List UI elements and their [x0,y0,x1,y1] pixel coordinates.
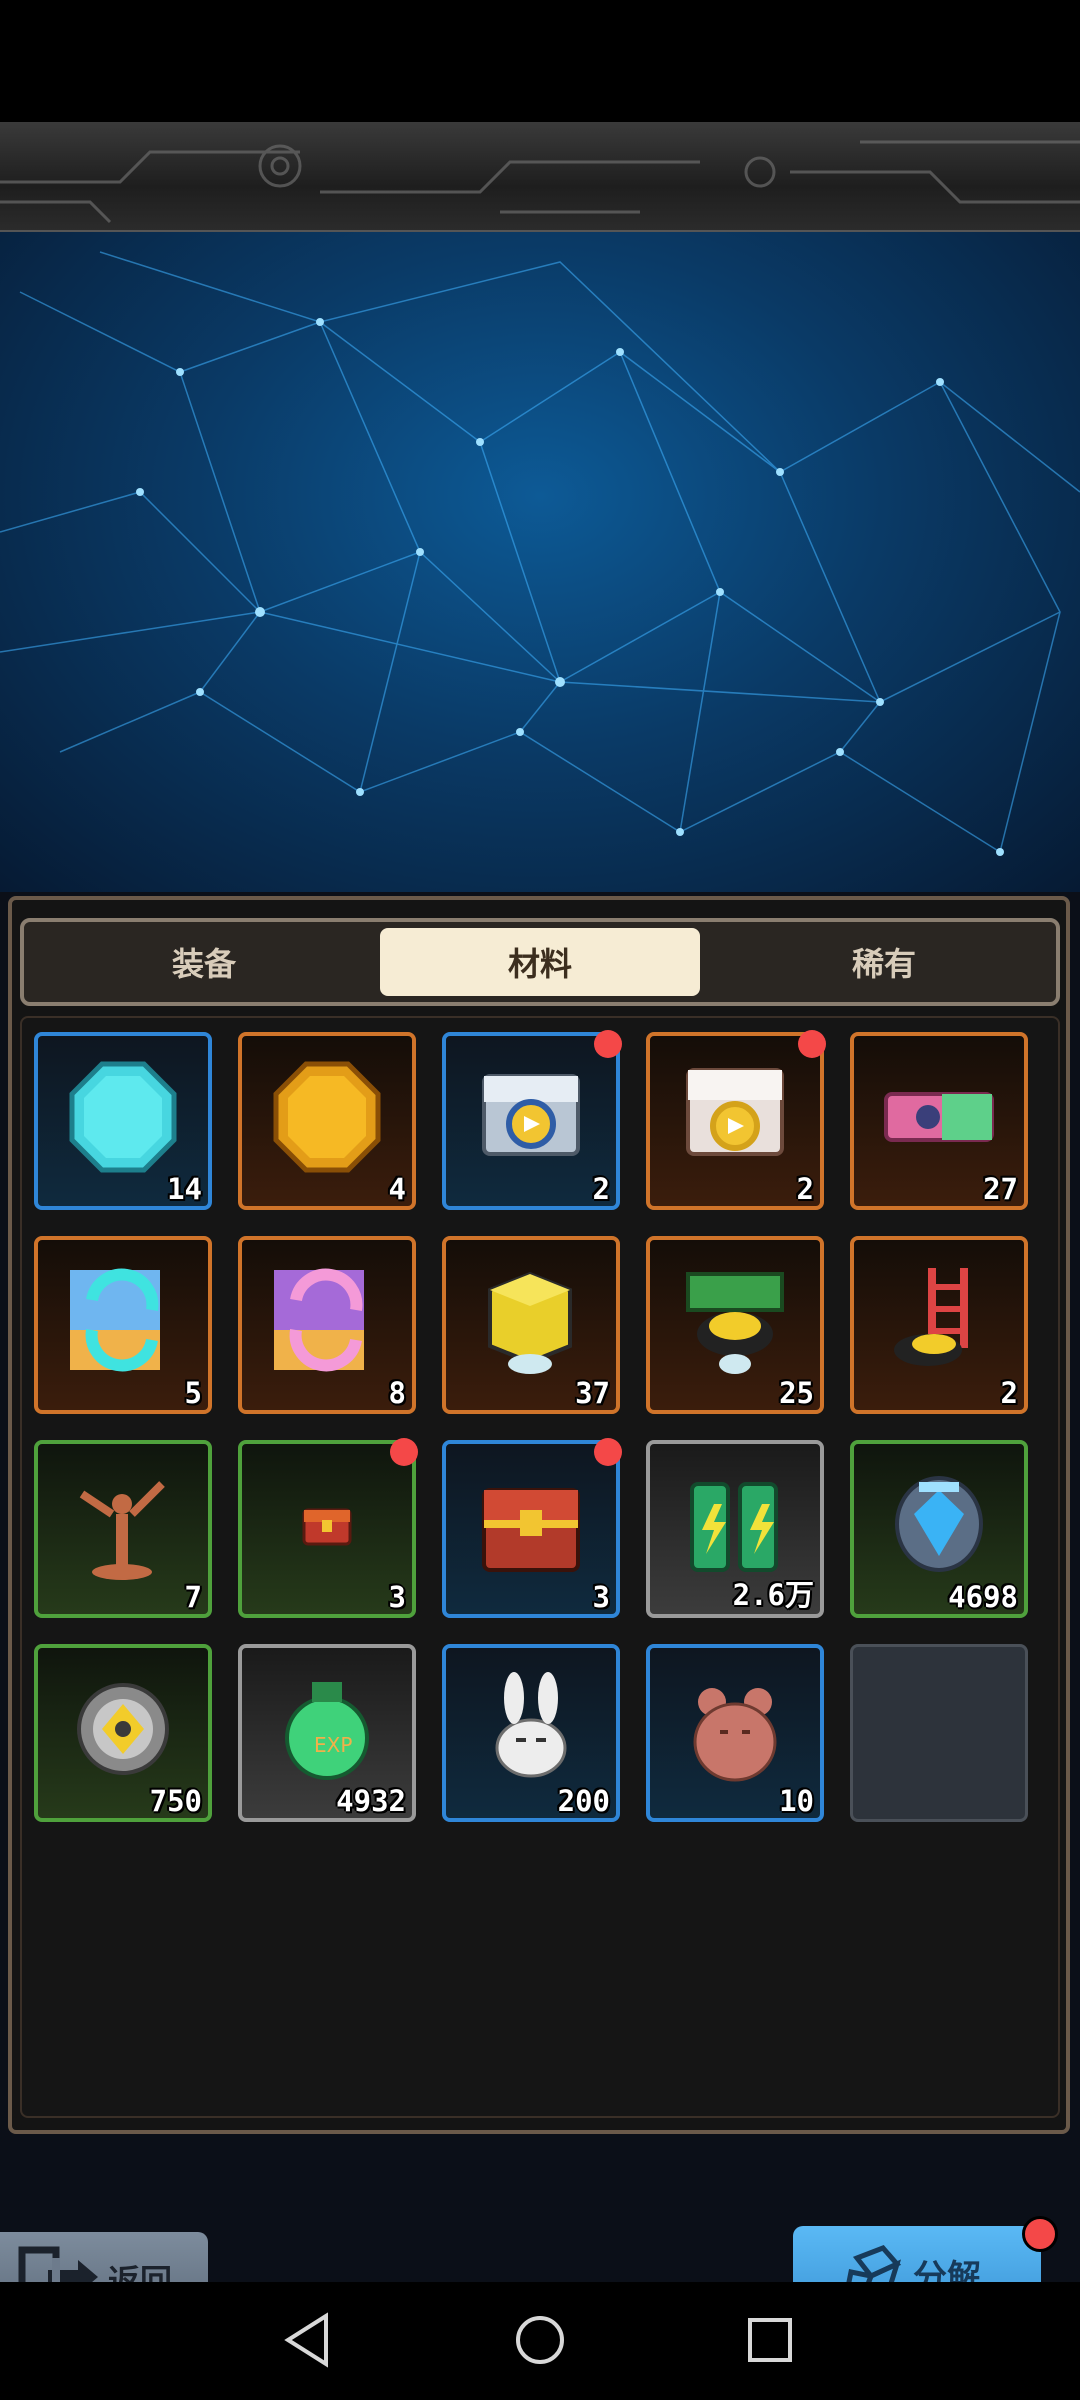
inventory-slot[interactable]: 5 [34,1236,212,1414]
inventory-slot[interactable]: 10 [646,1644,824,1822]
silver-chest-icon [482,1074,580,1156]
item-quantity: 4 [388,1172,406,1206]
gold-coin-icon [273,1061,381,1173]
network-background [0,232,1080,892]
notification-badge [390,1438,418,1466]
notification-badge [798,1030,826,1058]
bronze-statue-icon [79,1481,165,1580]
inventory-slot[interactable]: 3 [238,1438,418,1618]
item-quantity: 2 [592,1172,610,1206]
item-quantity: 5 [184,1376,202,1410]
nav-home-icon[interactable] [508,2308,572,2372]
green-board-icon [686,1272,784,1374]
item-quantity: 8 [388,1376,406,1410]
tab-materials[interactable]: 材料 [380,928,700,996]
green-potion-icon: EXP [285,1682,369,1780]
white-chest-icon [686,1068,784,1156]
item-quantity: 3 [592,1580,610,1614]
pink-exchange-icon [274,1268,364,1372]
empty-inventory-slot[interactable] [850,1644,1028,1822]
item-quantity: 25 [779,1376,814,1410]
notification-badge [594,1030,622,1058]
tab-equipment[interactable]: 装备 [44,928,364,996]
category-tabs: 装备 材料 稀有 [20,918,1060,1006]
item-quantity: 27 [983,1172,1018,1206]
inventory-slot[interactable]: 7 [34,1440,212,1618]
nav-recents-icon[interactable] [738,2308,802,2372]
white-bunny-icon [495,1672,567,1778]
inventory-slot[interactable]: 8 [238,1236,416,1414]
item-quantity: 10 [779,1784,814,1818]
item-quantity: 4932 [336,1784,406,1818]
nav-back-icon[interactable] [276,2308,340,2372]
system-nav-bar [0,2282,1080,2400]
item-quantity: 14 [167,1172,202,1206]
inventory-slot[interactable]: 27 [850,1032,1028,1210]
decompose-notification-badge [1022,2216,1058,2252]
gear-icon [77,1683,169,1775]
battery-icon [690,1482,778,1572]
inventory-slot[interactable]: 2 [646,1030,826,1210]
notification-badge [594,1438,622,1466]
inventory-slot[interactable]: 2 [850,1236,1028,1414]
inventory-slot[interactable]: 4698 [850,1440,1028,1618]
item-quantity: 200 [557,1784,610,1818]
item-quantity: 2 [1000,1376,1018,1410]
teddy-bear-icon [693,1688,777,1782]
item-quantity: 4698 [948,1580,1018,1614]
inventory-slot[interactable]: 14 [34,1032,212,1210]
blue-crystal-icon [895,1476,983,1572]
red-treasure-chest-icon [482,1488,580,1572]
inventory-slot[interactable]: 4 [238,1032,416,1210]
inventory-slot[interactable]: 2.6万 [646,1440,824,1618]
item-quantity: 2 [796,1172,814,1206]
inventory-slot[interactable]: 25 [646,1236,824,1414]
item-quantity: 3 [388,1580,406,1614]
inventory-slot[interactable]: 37 [442,1236,620,1414]
svg-text:EXP: EXP [314,1733,352,1757]
circuit-banner [0,122,1080,234]
inventory-slot[interactable]: EXP 4932 [238,1644,416,1822]
item-quantity: 2.6万 [732,1578,814,1612]
ladder-icon [894,1268,968,1366]
inventory-slot[interactable]: 750 [34,1644,212,1822]
cyan-exchange-icon [70,1268,160,1372]
circuit-pattern [0,140,1080,224]
inventory-slot[interactable]: 3 [442,1438,622,1618]
inventory-slot[interactable]: 200 [442,1644,620,1822]
item-quantity: 750 [149,1784,202,1818]
tab-rare[interactable]: 稀有 [724,928,1044,996]
network-lines [0,251,1080,856]
status-bar [0,0,1080,122]
cyan-gem-icon [69,1061,177,1173]
item-quantity: 7 [184,1580,202,1614]
gold-cube-icon [488,1271,572,1374]
inventory-slot[interactable]: 2 [442,1030,622,1210]
small-chest-icon [302,1508,352,1546]
item-quantity: 37 [575,1376,610,1410]
pink-ticket-icon [884,1092,994,1142]
